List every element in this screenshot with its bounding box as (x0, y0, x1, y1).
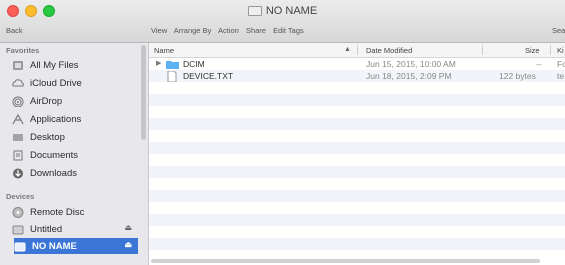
drive-icon (247, 6, 262, 17)
documents-icon (12, 150, 24, 161)
date-column-header[interactable]: Date Modified (366, 46, 412, 55)
empty-row (149, 214, 565, 226)
empty-row (149, 166, 565, 178)
column-divider[interactable] (482, 45, 483, 55)
sidebar-item-remote-disc[interactable]: Remote Disc (12, 204, 138, 220)
horizontal-scrollbar[interactable] (151, 259, 540, 263)
empty-row (149, 238, 565, 250)
sidebar-item-label: AirDrop (30, 95, 63, 107)
applications-icon (12, 113, 24, 125)
empty-row (149, 106, 565, 118)
window-title-text: NO NAME (265, 5, 318, 17)
share-button[interactable]: Share (246, 26, 266, 35)
column-divider[interactable] (550, 45, 551, 55)
sidebar-item-documents[interactable]: Documents (12, 147, 138, 163)
search-field[interactable]: Sea (552, 26, 565, 35)
size-column-header[interactable]: Size (525, 46, 540, 55)
table-row[interactable]: DEVICE.TXT Jun 18, 2015, 2:09 PM 122 byt… (149, 70, 565, 83)
file-date: Jun 15, 2015, 10:00 AM (366, 59, 456, 69)
empty-row (149, 130, 565, 142)
file-size: 122 bytes (499, 71, 536, 81)
disclosure-triangle-icon[interactable]: ▶ (156, 59, 161, 67)
toolbar: Back View Arrange By Action Share Edit T… (0, 24, 565, 38)
empty-row (149, 154, 565, 166)
sidebar-item-label: Desktop (30, 131, 65, 143)
sidebar-item-downloads[interactable]: Downloads (12, 165, 138, 181)
empty-row (149, 94, 565, 106)
view-button[interactable]: View (151, 26, 167, 35)
action-button[interactable]: Action (218, 26, 239, 35)
file-size: -- (536, 59, 542, 69)
window-title: NO NAME (0, 5, 565, 17)
favorites-title: Favorites (6, 46, 40, 55)
arrange-by-button[interactable]: Arrange By (174, 26, 212, 35)
eject-icon[interactable]: ⏏ (124, 223, 132, 232)
file-kind: Fo (557, 59, 565, 69)
devices-title: Devices (6, 192, 35, 201)
column-divider[interactable] (357, 45, 358, 55)
empty-row (149, 226, 565, 238)
kind-column-header[interactable]: Ki (557, 46, 564, 55)
column-header: Name ▲ Date Modified Size Ki (149, 43, 565, 58)
empty-row (149, 178, 565, 190)
empty-row (149, 118, 565, 130)
remote-disc-icon (12, 206, 24, 218)
finder-window: NO NAME Back View Arrange By Action Shar… (0, 0, 565, 265)
file-kind: te (557, 71, 565, 81)
sidebar-item-label: Remote Disc (30, 206, 85, 218)
all-my-files-icon (12, 60, 24, 71)
drive-icon (12, 224, 24, 235)
airdrop-icon (12, 96, 24, 107)
sidebar-item-airdrop[interactable]: AirDrop (12, 93, 138, 109)
sidebar-item-label: Applications (30, 113, 82, 125)
file-name: DEVICE.TXT (183, 71, 234, 81)
sidebar-item-untitled[interactable]: Untitled ⏏ (12, 221, 138, 237)
empty-row (149, 190, 565, 202)
drive-icon (14, 241, 26, 252)
empty-row (149, 202, 565, 214)
empty-row (149, 82, 565, 94)
eject-icon[interactable]: ⏏ (124, 240, 132, 249)
sidebar-item-icloud-drive[interactable]: iCloud Drive (12, 75, 138, 91)
sidebar-item-label: All My Files (30, 59, 79, 71)
sidebar-item-no-name[interactable]: NO NAME ⏏ (14, 238, 138, 254)
sidebar-scrollbar[interactable] (141, 45, 146, 140)
sidebar-item-label: Downloads (30, 167, 77, 179)
sidebar-item-applications[interactable]: Applications (12, 111, 138, 127)
title-bar: NO NAME Back View Arrange By Action Shar… (0, 0, 565, 43)
sidebar-item-desktop[interactable]: Desktop (12, 129, 138, 145)
name-column-header[interactable]: Name (154, 46, 174, 55)
sidebar: Favorites All My Files iCloud Drive AirD… (0, 43, 149, 265)
cloud-icon (12, 78, 24, 89)
sidebar-item-all-my-files[interactable]: All My Files (12, 57, 138, 73)
file-name: DCIM (183, 59, 205, 69)
sidebar-item-label: Documents (30, 149, 79, 161)
sidebar-item-label: NO NAME (32, 240, 77, 252)
sidebar-item-label: Untitled (30, 223, 63, 235)
desktop-icon (12, 132, 24, 143)
sort-ascending-icon: ▲ (344, 46, 351, 53)
table-row[interactable]: ▶ DCIM Jun 15, 2015, 10:00 AM -- Fo (149, 58, 565, 70)
sidebar-item-label: iCloud Drive (30, 77, 82, 89)
empty-row (149, 142, 565, 154)
file-date: Jun 18, 2015, 2:09 PM (366, 71, 452, 81)
back-button[interactable]: Back (6, 26, 23, 35)
edit-tags-button[interactable]: Edit Tags (273, 26, 304, 35)
file-list: Name ▲ Date Modified Size Ki ▶ DCIM Jun … (149, 43, 565, 265)
downloads-icon (12, 168, 24, 179)
